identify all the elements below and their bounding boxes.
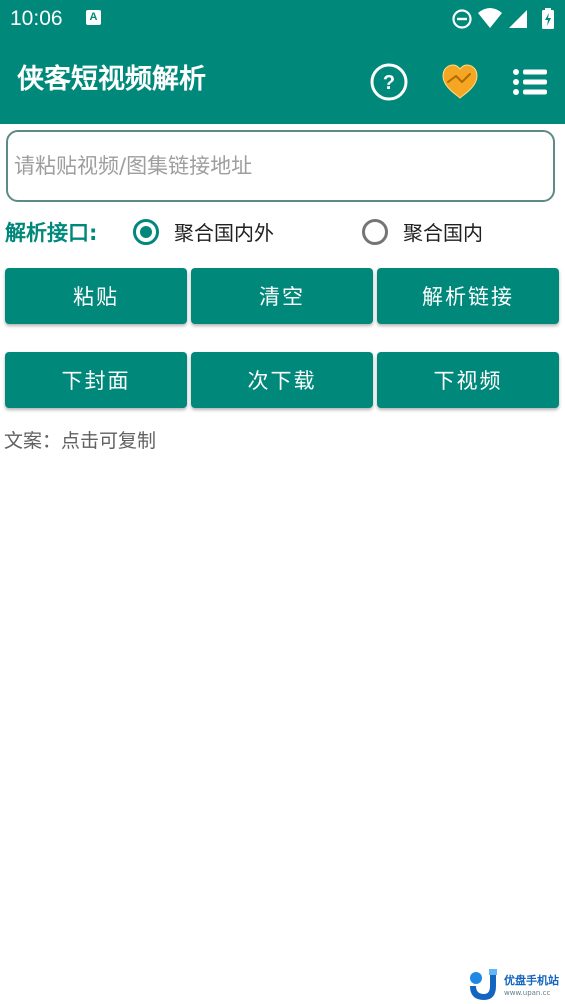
watermark: 优盘手机站 www.upan.cc [466,966,562,1002]
status-bar: 10:06 A [0,0,565,38]
battery-charging-icon [542,8,554,29]
help-icon[interactable]: ? [369,62,409,102]
heart-icon[interactable] [440,62,480,102]
api-label: 解析接口: [5,221,98,245]
clear-button[interactable]: 清空 [191,268,373,324]
url-input[interactable] [6,130,555,202]
svg-text:?: ? [383,72,395,94]
notification-icon: A [86,10,101,25]
paste-button[interactable]: 粘贴 [5,268,187,324]
radio-label: 聚合国内外 [174,221,274,245]
caption-text[interactable]: 文案：点击可复制 [4,428,156,454]
radio-checked-icon [133,219,159,245]
download-video-button[interactable]: 下视频 [377,352,559,408]
parse-link-button[interactable]: 解析链接 [377,268,559,324]
watermark-name: 优盘手机站 [504,974,559,987]
dnd-icon [452,9,472,29]
radio-domestic-and-overseas[interactable]: 聚合国内外 [133,218,303,250]
wifi-icon [478,8,502,28]
signal-icon [509,10,527,28]
menu-list-icon[interactable] [510,62,550,102]
watermark-url: www.upan.cc [504,989,551,997]
app-toolbar: 侠客短视频解析 ? [0,38,565,124]
watermark-logo-icon [470,969,497,1000]
radio-unchecked-icon [362,219,388,245]
secondary-download-button[interactable]: 次下载 [191,352,373,408]
app-title: 侠客短视频解析 [17,64,206,95]
api-selector: 解析接口: 聚合国内外 聚合国内 [0,214,565,254]
download-cover-button[interactable]: 下封面 [5,352,187,408]
radio-label: 聚合国内 [403,221,483,245]
status-time: 10:06 [10,7,63,30]
radio-domestic[interactable]: 聚合国内 [362,218,512,250]
